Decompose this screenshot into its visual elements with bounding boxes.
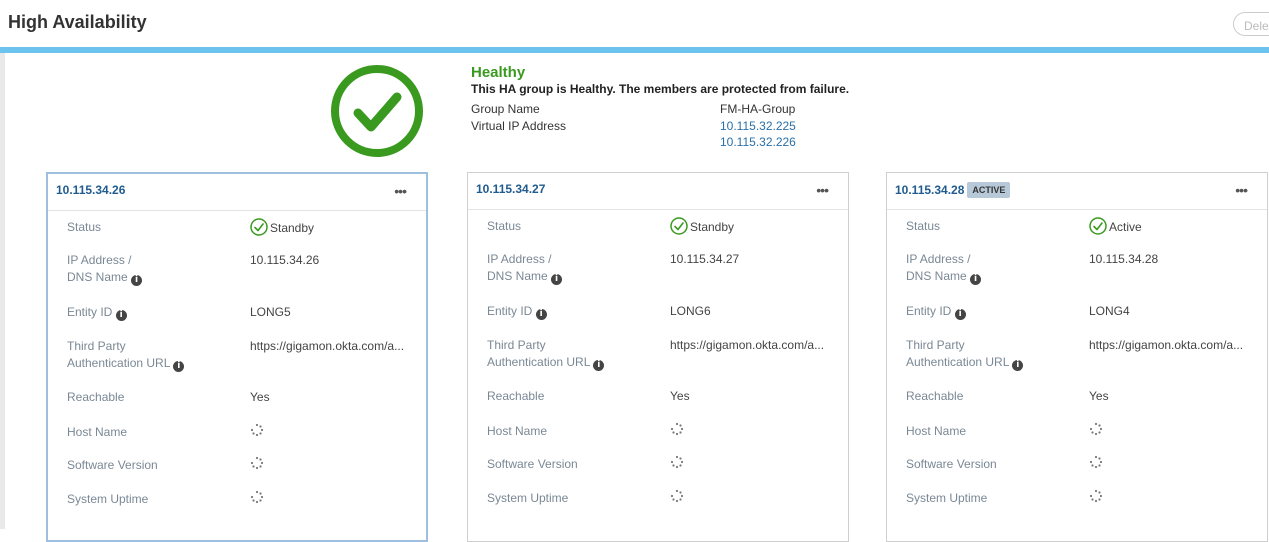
host-name-label: Host Name [67, 425, 128, 439]
reachable-label: Reachable [67, 390, 125, 404]
ip-label: IP Address / DNS Name i [906, 251, 982, 285]
software-version-label: Software Version [67, 458, 158, 472]
vip-link[interactable]: 10.115.32.225 [720, 119, 796, 134]
node-title: 10.115.34.26 [56, 183, 126, 197]
auth-url-value: https://gigamon.okta.com/a... [670, 338, 825, 352]
check-circle-icon [1089, 217, 1107, 235]
node-card-header: 10.115.34.27 ••• [468, 173, 848, 210]
reachable-label: Reachable [487, 389, 545, 403]
spinner-icon [1089, 422, 1103, 436]
status-label: Status [487, 219, 522, 233]
node-title: 10.115.34.27 [476, 182, 546, 196]
status-value: Standby [670, 217, 734, 236]
host-name-label: Host Name [487, 424, 548, 438]
node-card[interactable]: 10.115.34.26 ••• Status Standby IP Addre… [46, 172, 428, 542]
info-icon[interactable]: i [593, 360, 605, 371]
spinner-icon [670, 455, 684, 469]
reachable-value: Yes [250, 390, 270, 404]
uptime-label: System Uptime [67, 492, 149, 506]
info-icon[interactable]: i [115, 310, 127, 321]
reachable-value: Yes [1089, 389, 1109, 403]
entity-value: LONG6 [670, 304, 711, 318]
info-icon[interactable]: i [131, 275, 143, 286]
status-label: Status [67, 220, 102, 234]
spinner-icon [250, 490, 264, 504]
spinner-icon [670, 422, 684, 436]
info-icon[interactable]: i [970, 274, 982, 285]
auth-url-label: Third Party Authentication URL i [906, 337, 1024, 371]
info-icon[interactable]: i [551, 274, 563, 285]
page-title: High Availability [8, 12, 147, 32]
status-value: Standby [250, 218, 314, 237]
spinner-icon [250, 456, 264, 470]
vip-link[interactable]: 10.115.32.226 [720, 135, 796, 150]
node-card-header: 10.115.34.26 ••• [48, 174, 426, 211]
host-name-label: Host Name [906, 424, 967, 438]
node-card[interactable]: 10.115.34.27 ••• Status Standby IP Addre… [467, 172, 849, 542]
check-circle-icon [250, 218, 268, 236]
ip-value: 10.115.34.26 [250, 253, 320, 267]
info-icon[interactable]: i [1012, 360, 1024, 371]
ip-label: IP Address / DNS Name i [67, 252, 143, 286]
auth-url-value: https://gigamon.okta.com/a... [1089, 338, 1244, 352]
spinner-icon [670, 489, 684, 503]
node-title: 10.115.34.28 ACTIVE [895, 182, 1011, 198]
info-icon[interactable]: i [173, 361, 185, 372]
ip-value: 10.115.34.27 [670, 252, 740, 266]
auth-url-value: https://gigamon.okta.com/a... [250, 339, 405, 353]
software-version-label: Software Version [487, 457, 578, 471]
header-accent-bar [0, 47, 1269, 53]
active-badge: ACTIVE [967, 182, 1011, 198]
status-label: Status [906, 219, 941, 233]
check-circle-icon [331, 65, 423, 157]
info-icon[interactable]: i [954, 309, 966, 320]
uptime-label: System Uptime [906, 491, 988, 505]
health-status: Healthy [471, 64, 526, 81]
uptime-label: System Uptime [487, 491, 569, 505]
reachable-value: Yes [670, 389, 690, 403]
entity-label: Entity ID i [906, 303, 966, 320]
node-card[interactable]: 10.115.34.28 ACTIVE ••• Status Active IP … [886, 172, 1268, 542]
entity-label: Entity ID i [67, 304, 127, 321]
auth-url-label: Third Party Authentication URL i [67, 338, 185, 372]
spinner-icon [1089, 489, 1103, 503]
status-value: Active [1089, 217, 1142, 236]
info-icon[interactable]: i [535, 309, 547, 320]
health-message: This HA group is Healthy. The members ar… [471, 82, 850, 96]
spinner-icon [250, 423, 264, 437]
software-version-label: Software Version [906, 457, 997, 471]
page-header: High Availability Dele [0, 0, 1269, 47]
node-card-header: 10.115.34.28 ACTIVE ••• [887, 173, 1267, 210]
health-summary: Healthy This HA group is Healthy. The me… [471, 64, 849, 97]
entity-value: LONG5 [250, 305, 291, 319]
group-name-label: Group Name [471, 102, 540, 116]
more-horizontal-icon[interactable]: ••• [1235, 182, 1248, 198]
entity-label: Entity ID i [487, 303, 547, 320]
more-horizontal-icon[interactable]: ••• [394, 183, 407, 199]
vip-label: Virtual IP Address [471, 119, 566, 133]
group-name-value: FM-HA-Group [720, 102, 796, 116]
left-gutter [0, 53, 5, 529]
delete-button[interactable]: Dele [1233, 12, 1269, 36]
check-circle-icon [670, 217, 688, 235]
reachable-label: Reachable [906, 389, 964, 403]
auth-url-label: Third Party Authentication URL i [487, 337, 605, 371]
ip-label: IP Address / DNS Name i [487, 251, 563, 285]
entity-value: LONG4 [1089, 304, 1130, 318]
ip-value: 10.115.34.28 [1089, 252, 1159, 266]
spinner-icon [1089, 455, 1103, 469]
more-horizontal-icon[interactable]: ••• [816, 182, 829, 198]
